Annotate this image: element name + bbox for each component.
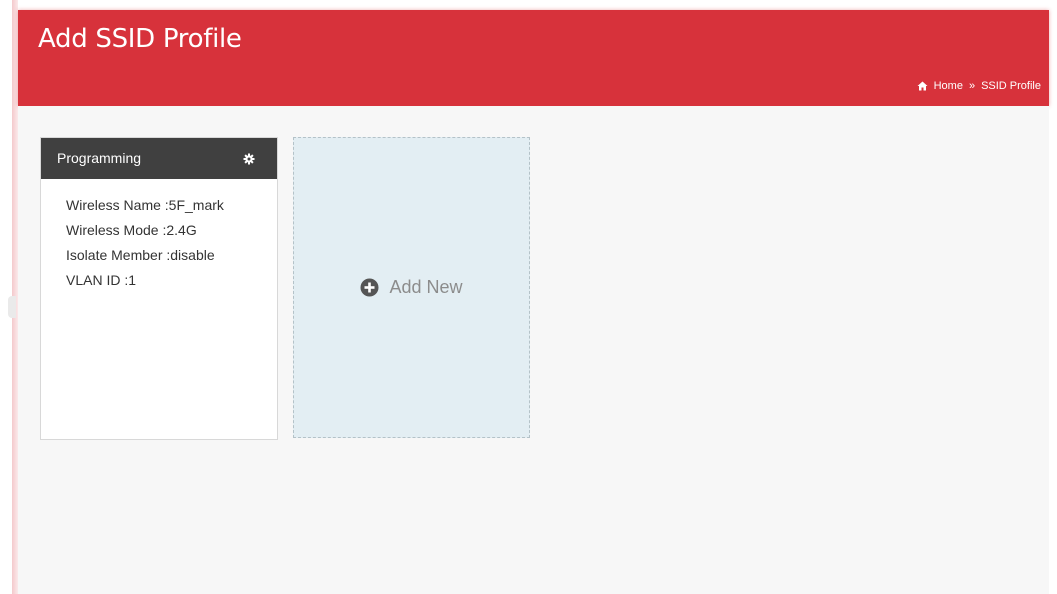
profile-details: Wireless Name :5F_mark Wireless Mode :2.… bbox=[41, 179, 277, 293]
gear-icon[interactable] bbox=[243, 152, 255, 165]
breadcrumb: Home » SSID Profile bbox=[917, 80, 1041, 92]
breadcrumb-home-link[interactable]: Home bbox=[934, 80, 963, 92]
breadcrumb-separator: » bbox=[968, 80, 976, 92]
wireless-name-text: Wireless Name :5F_mark bbox=[66, 197, 224, 213]
app-window: Add SSID Profile Home » SSID Profile Pro… bbox=[0, 0, 1057, 594]
sidebar-toggle-handle[interactable] bbox=[8, 296, 16, 318]
page-title: Add SSID Profile bbox=[38, 24, 242, 54]
page-header: Add SSID Profile Home » SSID Profile bbox=[18, 10, 1049, 106]
profile-card[interactable]: Programming Wireless Name:5F_mark Wirel… bbox=[40, 137, 278, 440]
profile-name: Programming bbox=[57, 150, 142, 166]
isolate-member-text: Isolate Member :disable bbox=[66, 247, 215, 263]
wireless-mode-text: Wireless Mode :2.4G bbox=[66, 222, 197, 238]
add-new-label: Add New bbox=[389, 277, 463, 297]
vlan-id-text: VLAN ID :1 bbox=[66, 272, 137, 288]
plus-circle-icon bbox=[360, 278, 379, 297]
add-new-button[interactable]: Add New bbox=[293, 137, 530, 438]
breadcrumb-current: SSID Profile bbox=[981, 80, 1041, 92]
main-content: Programming Wireless Name:5F_mark Wirel… bbox=[18, 106, 1049, 594]
profile-card-header: Programming bbox=[41, 138, 277, 179]
home-icon[interactable] bbox=[917, 81, 928, 91]
